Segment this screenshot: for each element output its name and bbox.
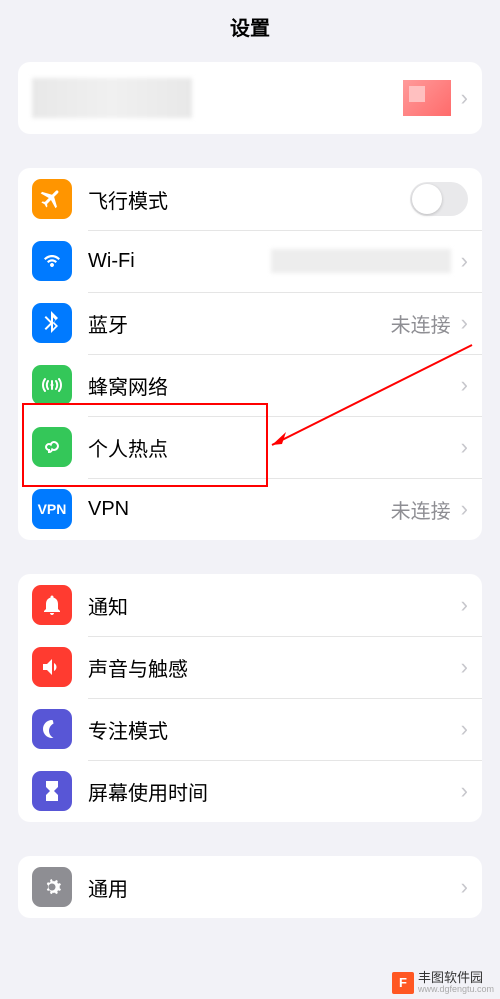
chevron-right-icon: › <box>461 496 468 522</box>
watermark: F 丰图软件园 www.dgfengtu.com <box>392 971 494 995</box>
airplane-icon <box>32 179 72 219</box>
label-general: 通用 <box>88 873 457 902</box>
wifi-network-redacted <box>271 249 451 273</box>
label-sound: 声音与触感 <box>88 653 457 682</box>
group-alerts: 通知 › 声音与触感 › 专注模式 › 屏幕使用时间 › <box>18 574 482 822</box>
label-hotspot: 个人热点 <box>88 433 457 462</box>
vpn-icon: VPN <box>32 489 72 529</box>
chevron-right-icon: › <box>461 434 468 460</box>
chevron-right-icon: › <box>461 654 468 680</box>
label-wifi: Wi-Fi <box>88 250 271 273</box>
row-general[interactable]: 通用 › <box>18 856 482 918</box>
settings-content: › 飞行模式 Wi-Fi › 蓝牙 未连接 › <box>0 62 500 918</box>
chevron-right-icon: › <box>461 372 468 398</box>
watermark-url: www.dgfengtu.com <box>418 985 494 995</box>
general-icon <box>32 867 72 907</box>
row-focus[interactable]: 专注模式 › <box>18 698 482 760</box>
detail-vpn: 未连接 <box>391 495 451 524</box>
chevron-right-icon: › <box>461 310 468 336</box>
page-title: 设置 <box>230 12 270 41</box>
group-network: 飞行模式 Wi-Fi › 蓝牙 未连接 › 蜂窝网络 › <box>18 168 482 540</box>
chevron-right-icon: › <box>461 85 468 111</box>
cellular-icon <box>32 365 72 405</box>
group-general: 通用 › <box>18 856 482 918</box>
label-vpn: VPN <box>88 498 391 521</box>
airplane-switch[interactable] <box>410 182 468 216</box>
label-screentime: 屏幕使用时间 <box>88 777 457 806</box>
account-status-icon <box>403 80 451 116</box>
chevron-right-icon: › <box>461 778 468 804</box>
label-notifications: 通知 <box>88 591 457 620</box>
watermark-name: 丰图软件园 <box>418 971 494 985</box>
detail-bluetooth: 未连接 <box>391 309 451 338</box>
chevron-right-icon: › <box>461 248 468 274</box>
focus-icon <box>32 709 72 749</box>
chevron-right-icon: › <box>461 592 468 618</box>
row-bluetooth[interactable]: 蓝牙 未连接 › <box>18 292 482 354</box>
group-account: › <box>18 62 482 134</box>
chevron-right-icon: › <box>461 874 468 900</box>
label-bluetooth: 蓝牙 <box>88 309 391 338</box>
row-screentime[interactable]: 屏幕使用时间 › <box>18 760 482 822</box>
row-sound[interactable]: 声音与触感 › <box>18 636 482 698</box>
label-cellular: 蜂窝网络 <box>88 371 457 400</box>
page-header: 设置 <box>0 0 500 52</box>
row-apple-id[interactable]: › <box>18 62 482 134</box>
chevron-right-icon: › <box>461 716 468 742</box>
notifications-icon <box>32 585 72 625</box>
watermark-logo-icon: F <box>392 972 414 994</box>
label-airplane: 飞行模式 <box>88 185 410 214</box>
row-airplane-mode[interactable]: 飞行模式 <box>18 168 482 230</box>
wifi-icon <box>32 241 72 281</box>
label-focus: 专注模式 <box>88 715 457 744</box>
screentime-icon <box>32 771 72 811</box>
row-cellular[interactable]: 蜂窝网络 › <box>18 354 482 416</box>
sound-icon <box>32 647 72 687</box>
hotspot-icon <box>32 427 72 467</box>
row-vpn[interactable]: VPN VPN 未连接 › <box>18 478 482 540</box>
account-name-redacted <box>32 78 192 118</box>
vpn-badge-text: VPN <box>38 501 67 517</box>
row-wifi[interactable]: Wi-Fi › <box>18 230 482 292</box>
row-notifications[interactable]: 通知 › <box>18 574 482 636</box>
bluetooth-icon <box>32 303 72 343</box>
row-hotspot[interactable]: 个人热点 › <box>18 416 482 478</box>
